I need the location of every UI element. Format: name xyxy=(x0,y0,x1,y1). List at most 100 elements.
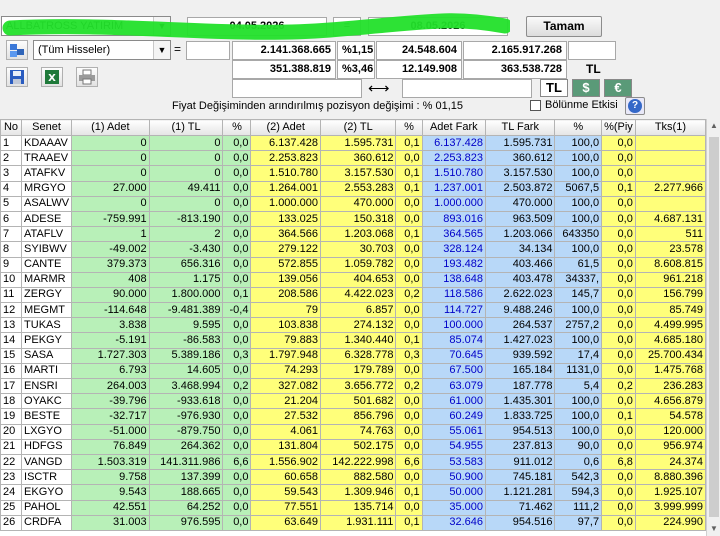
grid-scrollbar[interactable]: ▲ ▼ xyxy=(706,119,720,536)
table-row[interactable]: 9 CANTE 379.373 656.316 0,0 572.855 1.059.782 0… xyxy=(0,256,706,273)
table-cell: 21.204 xyxy=(250,393,321,410)
table-row[interactable]: 3 ATAFKV 0 0 0,0 1.510.780 3.157.530 0,1 1.510.7… xyxy=(0,165,706,182)
blank-field-2[interactable] xyxy=(568,41,616,60)
table-row[interactable]: 24 EKGYO 9.543 188.665 0,0 59.543 1.309.946 0,1… xyxy=(0,484,706,501)
column-header[interactable]: (2) TL xyxy=(319,119,397,136)
account-select[interactable]: ALLBATROSS YATIRIM ▼ xyxy=(1,16,171,36)
table-cell: 0,0 xyxy=(395,241,423,258)
scroll-down-icon[interactable]: ▼ xyxy=(707,522,720,536)
table-row[interactable]: 2 TRAAEV 0 0 0,0 2.253.823 360.612 0,0 2.253.823… xyxy=(0,150,706,167)
scrollbar-thumb[interactable] xyxy=(709,137,719,517)
column-header[interactable]: Senet xyxy=(21,119,73,136)
excel-export-button[interactable]: X xyxy=(41,67,63,87)
table-cell: 85.749 xyxy=(634,302,706,319)
table-cell: LXGYO xyxy=(21,423,73,440)
table-cell: 3.656.772 xyxy=(319,377,397,395)
table-cell: PAHOL xyxy=(21,499,73,516)
column-header[interactable]: %(Piy xyxy=(601,119,636,136)
table-row[interactable]: 11 ZERGY 90.000 1.800.000 0,1 208.586 4.422.02… xyxy=(0,286,706,304)
table-row[interactable]: 25 PAHOL 42.551 64.252 0,0 77.551 135.714 0,0 35… xyxy=(0,499,706,516)
chevron-down-icon[interactable]: ▼ xyxy=(153,41,170,59)
table-cell: 4.422.023 xyxy=(319,286,397,304)
table-cell: 1.059.782 xyxy=(319,256,397,273)
chevron-down-icon[interactable]: ▼ xyxy=(153,17,170,35)
table-cell: 1.435.301 xyxy=(484,393,556,410)
table-cell: 0,0 xyxy=(222,180,252,197)
currency-usd-button[interactable]: $ xyxy=(572,79,600,97)
currency-eur-button[interactable]: € xyxy=(604,79,632,97)
scroll-up-icon[interactable]: ▲ xyxy=(707,119,720,133)
positions-grid[interactable]: No Senet (1) Adet (1) TL% (2) Adet (2) TL% Ade… xyxy=(0,119,706,536)
table-row[interactable]: 15 SASA 1.727.303 5.389.186 0,3 1.797.948 6.32… xyxy=(0,347,706,364)
range-field-left[interactable] xyxy=(232,79,362,98)
table-cell: 0,0 xyxy=(395,499,423,516)
column-header[interactable]: No xyxy=(0,119,23,136)
start-date-field[interactable]: 04.05.2026 xyxy=(187,17,327,36)
table-cell: 4.685.180 xyxy=(634,332,706,349)
table-cell: 2.253.823 xyxy=(421,150,487,167)
table-row[interactable]: 16 MARTI 6.793 14.605 0,0 74.293 179.789 0,0 67.… xyxy=(0,362,706,380)
table-cell: 139.056 xyxy=(250,271,321,288)
table-row[interactable]: 14 PEKGY -5.191 -86.583 0,0 79.883 1.340.440 0,… xyxy=(0,332,706,349)
table-row[interactable]: 19 BESTE -32.717 -976.930 0,0 27.532 856.796 0,… xyxy=(0,408,706,425)
table-cell: 0,0 xyxy=(601,317,636,334)
table-row[interactable]: 7 ATAFLV 1 2 0,0 364.566 1.203.068 0,1 364.565 1.… xyxy=(0,226,706,243)
print-button[interactable] xyxy=(76,67,98,87)
table-cell: 188.665 xyxy=(148,484,224,501)
table-row[interactable]: 12 MEGMT -114.648 -9.481.389 -0,4 79 6.857 0,0 1… xyxy=(0,302,706,319)
table-cell: ZERGY xyxy=(21,286,73,304)
table-row[interactable]: 18 OYAKC -39.796 -933.618 0,0 21.204 501.682 0,… xyxy=(0,393,706,410)
table-cell: -879.750 xyxy=(148,423,224,440)
table-cell: 103.838 xyxy=(250,317,321,334)
save-button[interactable] xyxy=(6,67,28,87)
table-cell: HDFGS xyxy=(21,438,73,455)
table-row[interactable]: 13 TUKAS 3.838 9.595 0,0 103.838 274.132 0,0 100… xyxy=(0,317,706,334)
table-row[interactable]: 6 ADESE -759.991 -813.190 0,0 133.025 150.318 0… xyxy=(0,210,706,228)
currency-tl-button[interactable]: TL xyxy=(540,79,568,97)
table-row[interactable]: 21 HDFGS 76.849 264.362 0,0 131.804 502.175 0,0… xyxy=(0,438,706,455)
table-cell: 2.553.283 xyxy=(319,180,397,197)
table-row[interactable]: 5 ASALWV 0 0 0,0 1.000.000 470.000 0,0 1.000.000… xyxy=(0,195,706,212)
table-cell: 0,2 xyxy=(395,377,423,395)
table-row[interactable]: 23 ISCTR 9.758 137.399 0,0 60.658 882.580 0,0 50… xyxy=(0,469,706,486)
table-cell: 0,0 xyxy=(601,393,636,410)
table-cell: 61.000 xyxy=(421,393,487,410)
help-button[interactable]: ? xyxy=(625,97,645,115)
bolunme-checkbox[interactable] xyxy=(530,100,541,111)
table-row[interactable]: 8 SYIBWV -49.002 -3.430 0,0 279.122 30.703 0,0 3… xyxy=(0,241,706,258)
table-row[interactable]: 17 ENSRI 264.003 3.468.994 0,2 327.082 3.656.7… xyxy=(0,377,706,395)
stock-filter-icon-button[interactable] xyxy=(6,40,28,60)
column-header[interactable]: % xyxy=(395,119,423,136)
table-row[interactable]: 26 CRDFA 31.003 976.595 0,0 63.649 1.931.111 0,… xyxy=(0,514,706,531)
resize-horizontal-icon[interactable]: ⟷ xyxy=(368,79,390,97)
table-cell: 50.000 xyxy=(421,484,487,501)
save-icon xyxy=(10,70,24,84)
table-row[interactable]: 10 MARMR 408 1.175 0,0 139.056 404.653 0,0 138.6… xyxy=(0,271,706,288)
table-row[interactable]: 1 KDAAAV 0 0 0,0 6.137.428 1.595.731 0,1 6.137.4… xyxy=(0,134,706,152)
table-row[interactable]: 4 MRGYO 27.000 49.411 0,0 1.264.001 2.553.283 0… xyxy=(0,180,706,197)
table-cell: 100,0 xyxy=(554,393,603,410)
column-header[interactable]: Adet Fark xyxy=(421,119,487,136)
blank-field-1[interactable] xyxy=(186,41,230,60)
column-header[interactable]: TL Fark xyxy=(484,119,556,136)
table-row[interactable]: 20 LXGYO -51.000 -879.750 0,0 4.061 74.763 0,0 5… xyxy=(0,423,706,440)
table-cell: 0,0 xyxy=(222,484,252,501)
table-row[interactable]: 22 VANGD 1.503.319 141.311.986 6,6 1.556.902 1… xyxy=(0,453,706,471)
column-header[interactable]: (1) TL xyxy=(148,119,224,136)
ok-button[interactable]: Tamam xyxy=(526,16,602,37)
table-cell: 3.838 xyxy=(71,317,150,334)
table-cell: SASA xyxy=(21,347,73,364)
table-cell: 0,0 xyxy=(395,302,423,319)
range-field-right[interactable] xyxy=(402,79,532,98)
table-cell: 511 xyxy=(634,226,706,243)
end-date-field[interactable]: 08.05.2026 xyxy=(368,17,508,36)
table-cell: 156.799 xyxy=(634,286,706,304)
column-header[interactable]: (1) Adet xyxy=(71,119,150,136)
table-cell: 32.646 xyxy=(421,514,487,531)
table-cell: 0 xyxy=(148,150,224,167)
column-header[interactable]: % xyxy=(222,119,252,136)
stock-filter-select[interactable]: (Tüm Hisseler) ▼ xyxy=(33,40,171,60)
column-header[interactable]: Tks(1) xyxy=(634,119,706,136)
column-header[interactable]: (2) Adet xyxy=(250,119,321,136)
column-header[interactable]: % xyxy=(554,119,603,136)
